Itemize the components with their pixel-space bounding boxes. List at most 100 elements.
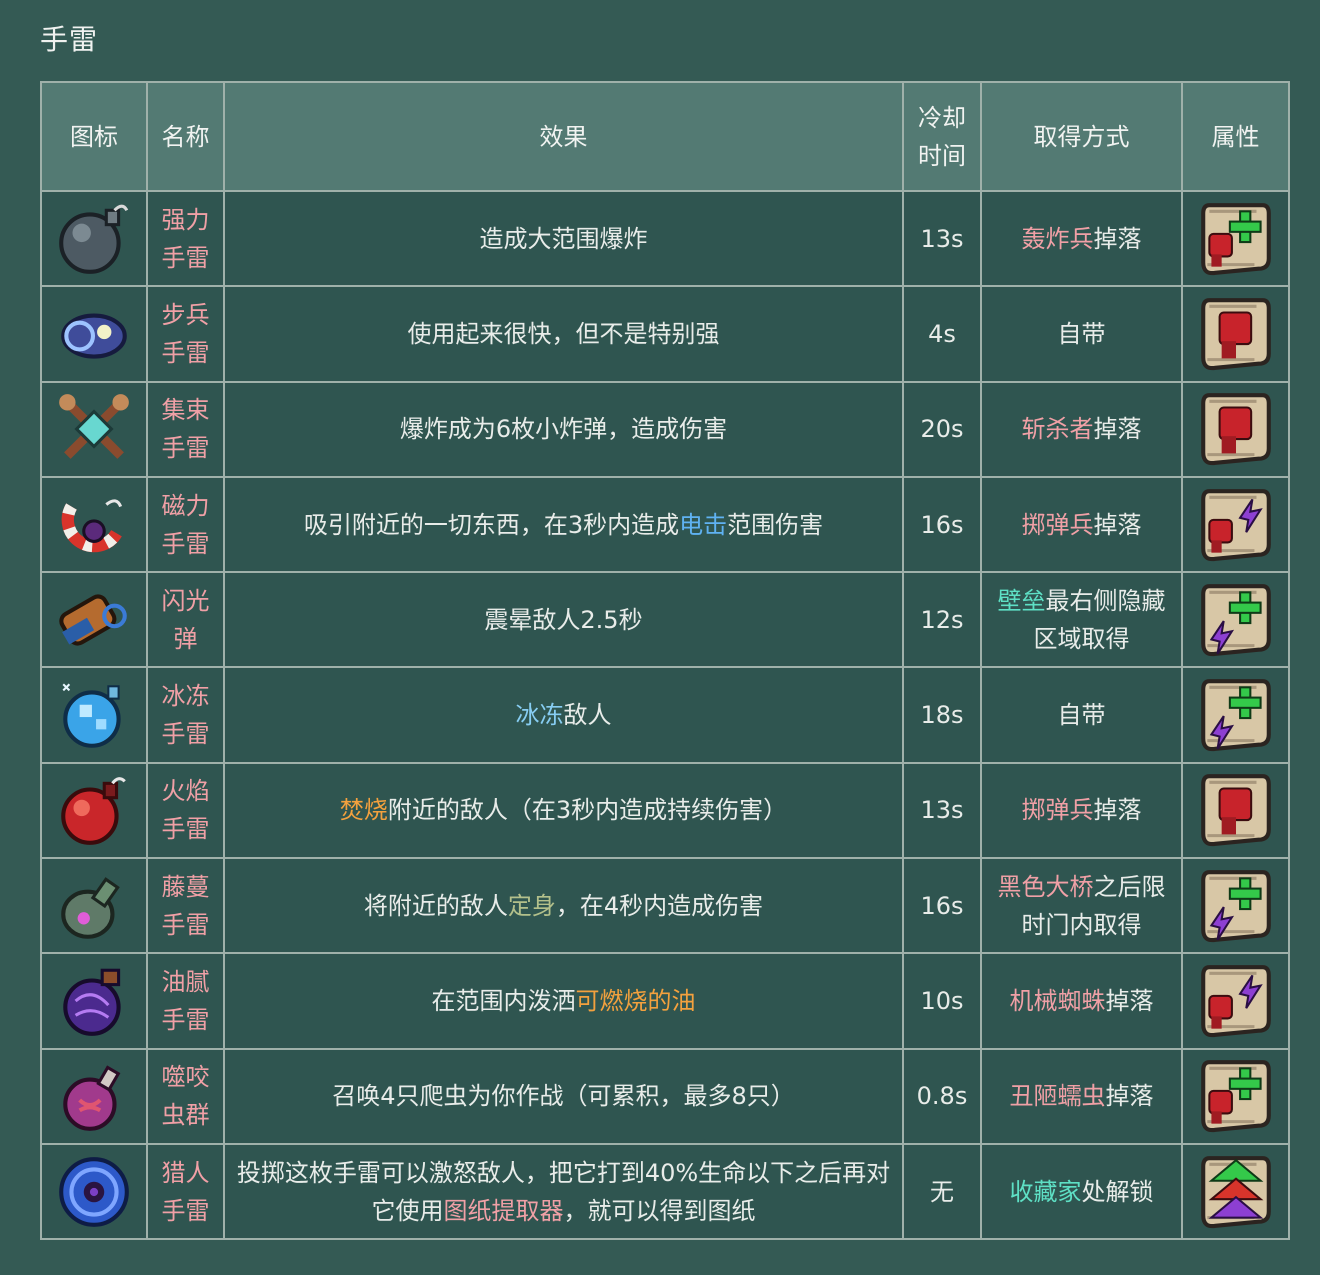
- grenade-attribute-cell: [1181, 666, 1290, 764]
- colorless-scroll-icon: [1200, 1155, 1271, 1228]
- text-segment: 敌人: [563, 701, 612, 730]
- header-source: 取得方式: [980, 81, 1183, 192]
- grenade-source: 机械蜘蛛掉落: [980, 952, 1183, 1050]
- oil-grenade-icon: [63, 968, 121, 1036]
- link-segment[interactable]: 黑色大桥: [998, 873, 1094, 901]
- table-row: 噬咬虫群 召唤4只爬虫为你作战（可累积，最多8只） 0.8s 丑陋蠕虫掉落: [40, 1047, 1290, 1145]
- grenade-name[interactable]: 冰冻手雷: [146, 666, 225, 764]
- table-row: 强力手雷 造成大范围爆炸 13s 轰炸兵掉落: [40, 189, 1290, 288]
- table-row: 藤蔓手雷 将附近的敌人定身，在4秒内造成伤害 16s 黑色大桥之后限时门内取得: [40, 857, 1290, 955]
- grenade-effect: 焚烧附近的敌人（在3秒内造成持续伤害）: [223, 761, 904, 860]
- grenade-source: 掷弹兵掉落: [980, 761, 1183, 860]
- header-cooldown: 冷却时间: [902, 81, 982, 192]
- grenade-attribute-cell: [1181, 571, 1290, 669]
- text-segment: 掉落: [1093, 224, 1142, 253]
- grenade-cooldown: 13s: [902, 189, 982, 288]
- text-segment: 自带: [1057, 319, 1106, 348]
- text-segment: 自带: [1057, 701, 1106, 730]
- tactics-survival-scroll-icon: [1200, 679, 1271, 752]
- text-segment: 在范围内泼洒: [431, 987, 576, 1016]
- link-segment[interactable]: 收藏家: [1010, 1178, 1082, 1206]
- table-row: 猎人手雷 投掷这枚手雷可以激怒敌人，把它打到40%生命以下之后再对它使用图纸提取器…: [40, 1142, 1290, 1241]
- flashbang-icon: [59, 594, 127, 646]
- grenade-name[interactable]: 猎人手雷: [146, 1142, 225, 1241]
- table-row: 火焰手雷 焚烧附近的敌人（在3秒内造成持续伤害） 13s 掷弹兵掉落: [40, 761, 1290, 860]
- table-row: 油腻手雷 在范围内泼洒可燃烧的油 10s 机械蜘蛛掉落: [40, 952, 1290, 1050]
- text-segment: 掉落: [1105, 1082, 1154, 1111]
- grenade-effect: 召唤4只爬虫为你作战（可累积，最多8只）: [223, 1047, 904, 1145]
- link-segment[interactable]: 掷弹兵: [1022, 796, 1094, 824]
- text-segment: 掉落: [1093, 510, 1142, 539]
- grenade-effect: 投掷这枚手雷可以激怒敌人，把它打到40%生命以下之后再对它使用图纸提取器，就可以…: [223, 1142, 904, 1241]
- link-segment[interactable]: 冰冻: [516, 701, 564, 729]
- grenade-attribute-cell: [1181, 380, 1290, 478]
- grenade-effect: 使用起来很快，但不是特别强: [223, 285, 904, 383]
- grenade-source: 自带: [980, 666, 1183, 764]
- grenade-name[interactable]: 藤蔓手雷: [146, 857, 225, 955]
- grenade-cooldown: 0.8s: [902, 1047, 982, 1145]
- bomb-icon: [59, 204, 129, 274]
- text-segment: 掉落: [1093, 796, 1142, 825]
- text-segment: 使用起来很快，但不是特别强: [407, 319, 720, 348]
- magnet-grenade-icon: [61, 498, 123, 552]
- link-segment[interactable]: 可燃烧的油: [576, 987, 696, 1015]
- grenade-icon-cell: [40, 952, 148, 1050]
- text-segment: 吸引附近的一切东西，在3秒内造成: [303, 510, 680, 539]
- grenade-cooldown: 18s: [902, 666, 982, 764]
- link-segment[interactable]: 丑陋蠕虫: [1010, 1082, 1106, 1110]
- text-segment: 造成大范围爆炸: [479, 224, 648, 253]
- grenade-name[interactable]: 磁力手雷: [146, 475, 225, 574]
- grenade-source: 收藏家处解锁: [980, 1142, 1183, 1241]
- grenade-name[interactable]: 火焰手雷: [146, 761, 225, 860]
- link-segment[interactable]: 掷弹兵: [1022, 511, 1094, 539]
- grenade-attribute-cell: [1181, 475, 1290, 574]
- link-segment[interactable]: 斩杀者: [1022, 415, 1094, 443]
- text-segment: 震晕敌人2.5秒: [484, 605, 643, 634]
- grenade-name[interactable]: 步兵手雷: [146, 285, 225, 383]
- grenade-effect: 冰冻敌人: [223, 666, 904, 764]
- vine-grenade-icon: [61, 876, 120, 939]
- brutality-tactics-scroll-icon: [1200, 965, 1271, 1038]
- link-segment[interactable]: 机械蜘蛛: [1010, 987, 1106, 1015]
- grenade-name[interactable]: 油腻手雷: [146, 952, 225, 1050]
- header-name: 名称: [146, 81, 225, 192]
- link-segment[interactable]: 图纸提取器: [444, 1197, 564, 1225]
- text-segment: 掉落: [1093, 415, 1142, 444]
- grenade-name[interactable]: 集束手雷: [146, 380, 225, 478]
- grenade-icon-cell: [40, 1047, 148, 1145]
- swarm-grenade-icon: [63, 1065, 121, 1132]
- grenade-icon-cell: [40, 857, 148, 955]
- header-icon: 图标: [40, 81, 148, 192]
- tactics-survival-scroll-icon: [1200, 869, 1271, 942]
- grenade-name[interactable]: 噬咬虫群: [146, 1047, 225, 1145]
- grenade-effect: 爆炸成为6枚小炸弹，造成伤害: [223, 380, 904, 478]
- grenade-icon-cell: [40, 571, 148, 669]
- grenade-name[interactable]: 闪光弹: [146, 571, 225, 669]
- cluster-grenade-icon: [59, 394, 129, 460]
- brutality-tactics-scroll-icon: [1200, 488, 1271, 561]
- link-segment[interactable]: 壁垒: [998, 587, 1046, 615]
- text-segment: 范围伤害: [727, 510, 824, 539]
- grenade-effect: 将附近的敌人定身，在4秒内造成伤害: [223, 857, 904, 955]
- text-segment: ，就可以得到图纸: [563, 1196, 756, 1225]
- link-segment[interactable]: 电击: [679, 511, 727, 539]
- infantry-grenade-icon: [61, 313, 127, 359]
- link-segment[interactable]: 定身: [508, 892, 556, 920]
- grenade-cooldown: 10s: [902, 952, 982, 1050]
- grenade-attribute-cell: [1181, 857, 1290, 955]
- text-segment: 附近的敌人（在3秒内造成持续伤害）: [387, 796, 788, 825]
- brutality-scroll-icon: [1200, 298, 1271, 371]
- text-segment: ，在4秒内造成伤害: [555, 891, 764, 920]
- grenade-effect: 造成大范围爆炸: [223, 189, 904, 288]
- grenade-attribute-cell: [1181, 1142, 1290, 1241]
- link-segment[interactable]: 轰炸兵: [1022, 225, 1094, 253]
- link-segment[interactable]: 焚烧: [340, 796, 388, 824]
- grenade-source: 轰炸兵掉落: [980, 189, 1183, 288]
- grenade-name[interactable]: 强力手雷: [146, 189, 225, 288]
- tactics-survival-scroll-icon: [1200, 583, 1271, 656]
- table-row: 磁力手雷 吸引附近的一切东西，在3秒内造成电击范围伤害 16s 掷弹兵掉落: [40, 475, 1290, 574]
- grenade-table: 图标 名称 效果 冷却时间 取得方式 属性 强力手雷 造成大范围爆炸 13s 轰炸兵掉…: [40, 81, 1290, 1241]
- grenade-attribute-cell: [1181, 285, 1290, 383]
- grenade-cooldown: 20s: [902, 380, 982, 478]
- grenade-cooldown: 12s: [902, 571, 982, 669]
